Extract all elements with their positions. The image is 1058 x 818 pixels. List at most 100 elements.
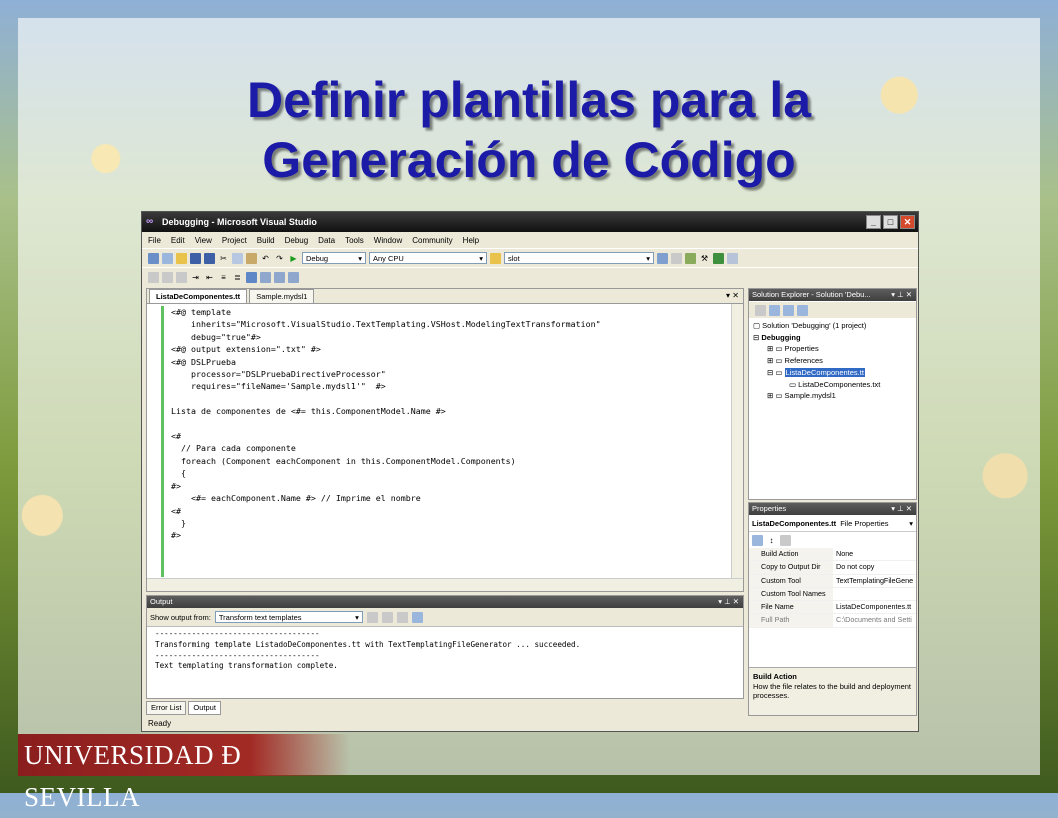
start-debug-icon[interactable]: ▶ — [288, 253, 299, 264]
tree-item-sample-file[interactable]: ⊞ ▭ Sample.mydsl1 — [753, 390, 916, 402]
menu-help[interactable]: Help — [463, 236, 479, 245]
next-message-icon[interactable] — [381, 611, 393, 623]
minimize-button[interactable]: _ — [866, 215, 881, 229]
open-folder-icon[interactable] — [176, 252, 187, 264]
object-browser-icon[interactable] — [685, 252, 696, 264]
tab-error-list[interactable]: Error List — [146, 701, 187, 715]
menu-file[interactable]: File — [148, 236, 161, 245]
pane-controls[interactable]: ▾ ⊥ ✕ — [891, 289, 912, 301]
output-text[interactable]: ------------------------------------ Tran… — [147, 627, 743, 674]
clear-all-icon[interactable] — [396, 611, 408, 623]
menu-edit[interactable]: Edit — [171, 236, 185, 245]
code-line[interactable]: <#@ template — [171, 306, 729, 318]
add-item-icon[interactable] — [162, 252, 173, 264]
menu-window[interactable]: Window — [374, 236, 402, 245]
close-button[interactable]: ✕ — [900, 215, 915, 229]
code-line[interactable]: processor="DSLPruebaDirectiveProcessor" — [171, 368, 729, 380]
code-line[interactable]: #> — [171, 529, 729, 541]
code-line[interactable] — [171, 393, 729, 405]
editor-horizontal-scrollbar[interactable] — [147, 578, 743, 591]
menu-debug[interactable]: Debug — [285, 236, 309, 245]
properties-icon[interactable] — [671, 252, 682, 264]
code-line[interactable]: } — [171, 517, 729, 529]
tree-item-project[interactable]: ⊟ Debugging — [753, 332, 916, 344]
menu-data[interactable]: Data — [318, 236, 335, 245]
alphabetical-icon[interactable]: ↕ — [766, 535, 777, 546]
tree-item-properties[interactable]: ⊞ ▭ Properties — [753, 343, 916, 355]
property-row[interactable]: File Name ListaDeComponentes.tt — [749, 601, 916, 615]
menu-community[interactable]: Community — [412, 236, 452, 245]
show-all-files-icon[interactable] — [769, 304, 780, 316]
menu-project[interactable]: Project — [222, 236, 247, 245]
new-project-icon[interactable] — [148, 252, 159, 264]
properties-icon[interactable] — [755, 304, 766, 316]
code-line[interactable]: foreach (Component eachComponent in this… — [171, 455, 729, 467]
pane-controls[interactable]: ▾ ⊥ ✕ — [718, 596, 739, 608]
editor-vertical-scrollbar[interactable] — [731, 304, 743, 578]
save-all-icon[interactable] — [204, 252, 215, 264]
tree-item-solution[interactable]: ▢ Solution 'Debugging' (1 project) — [753, 320, 916, 332]
toolbar-icon-c[interactable] — [176, 271, 187, 283]
menu-view[interactable]: View — [195, 236, 212, 245]
next-bookmark-icon[interactable] — [274, 271, 285, 283]
code-text[interactable]: <#@ template inherits="Microsoft.VisualS… — [161, 306, 729, 577]
tree-item-txt-file[interactable]: ▭ ListaDeComponentes.txt — [753, 379, 916, 391]
word-wrap-icon[interactable] — [411, 611, 423, 623]
tab-sample-mydsl1[interactable]: Sample.mydsl1 — [249, 289, 315, 303]
menu-tools[interactable]: Tools — [345, 236, 364, 245]
code-line[interactable]: <#@ output extension=".txt" #> — [171, 343, 729, 355]
uncomment-icon[interactable]: ≣ — [232, 272, 243, 283]
pane-controls[interactable]: ▾ ⊥ ✕ — [891, 503, 912, 515]
tree-item-references[interactable]: ⊞ ▭ References — [753, 355, 916, 367]
solution-explorer-icon[interactable] — [657, 252, 668, 264]
platform-select[interactable]: Any CPU ▾ — [369, 252, 487, 264]
command-window-icon[interactable] — [727, 252, 738, 264]
tab-output[interactable]: Output — [188, 701, 221, 715]
find-in-files-icon[interactable] — [490, 252, 501, 264]
tab-listadecomponentes[interactable]: ListaDeComponentes.tt — [149, 289, 248, 303]
property-row[interactable]: Custom Tool TextTemplatingFileGene — [749, 574, 916, 588]
code-line[interactable]: #> — [171, 480, 729, 492]
code-line[interactable]: <#@ DSLPrueba — [171, 356, 729, 368]
bookmark-icon[interactable] — [246, 271, 257, 283]
code-line[interactable]: // Para cada componente — [171, 442, 729, 454]
start-page-icon[interactable] — [713, 252, 724, 264]
code-line[interactable] — [171, 418, 729, 430]
maximize-button[interactable]: □ — [883, 215, 898, 229]
code-line[interactable]: <#= eachComponent.Name #> // Imprime el … — [171, 492, 729, 504]
save-icon[interactable] — [190, 252, 201, 264]
indent-icon[interactable]: ⇥ — [190, 272, 201, 283]
prev-message-icon[interactable] — [366, 611, 378, 623]
redo-icon[interactable]: ↷ — [274, 253, 285, 264]
copy-icon[interactable] — [232, 252, 243, 264]
property-row[interactable]: Copy to Output Dir Do not copy — [749, 561, 916, 575]
property-pages-icon[interactable] — [780, 534, 791, 546]
toolbar-icon-a[interactable] — [148, 271, 159, 283]
code-line[interactable]: <# — [171, 430, 729, 442]
categorized-icon[interactable] — [752, 534, 763, 546]
property-row[interactable]: Full Path C:\Documents and Setti — [749, 614, 916, 628]
code-line[interactable]: { — [171, 467, 729, 479]
prev-bookmark-icon[interactable] — [260, 271, 271, 283]
outdent-icon[interactable]: ⇤ — [204, 272, 215, 283]
menu-build[interactable]: Build — [257, 236, 275, 245]
code-line[interactable]: debug="true"#> — [171, 331, 729, 343]
paste-icon[interactable] — [246, 252, 257, 264]
clear-bookmarks-icon[interactable] — [288, 271, 299, 283]
toolbox-icon[interactable]: ⚒ — [699, 253, 710, 264]
code-editor[interactable]: ListaDeComponentes.tt Sample.mydsl1 ▾ ✕ … — [146, 288, 744, 592]
config-select[interactable]: Debug ▾ — [302, 252, 366, 264]
code-line[interactable]: Lista de componentes de <#= this.Compone… — [171, 405, 729, 417]
output-source-select[interactable]: Transform text templates ▾ — [214, 611, 363, 623]
property-row[interactable]: Custom Tool Names — [749, 587, 916, 602]
comment-icon[interactable]: ≡ — [218, 272, 229, 283]
properties-object-select[interactable]: ListaDeComponentes.tt File Properties ▾ — [749, 515, 916, 532]
tree-item-tt-file[interactable]: ⊟ ▭ ListaDeComponentes.tt — [753, 367, 916, 379]
code-line[interactable]: requires="fileName='Sample.mydsl1'" #> — [171, 380, 729, 392]
cut-icon[interactable]: ✂ — [218, 253, 229, 264]
code-line[interactable]: <# — [171, 505, 729, 517]
property-row[interactable]: Build Action None — [749, 548, 916, 562]
tab-controls[interactable]: ▾ ✕ — [726, 291, 739, 300]
code-line[interactable]: inherits="Microsoft.VisualStudio.TextTem… — [171, 318, 729, 330]
toolbar-icon-b[interactable] — [162, 271, 173, 283]
